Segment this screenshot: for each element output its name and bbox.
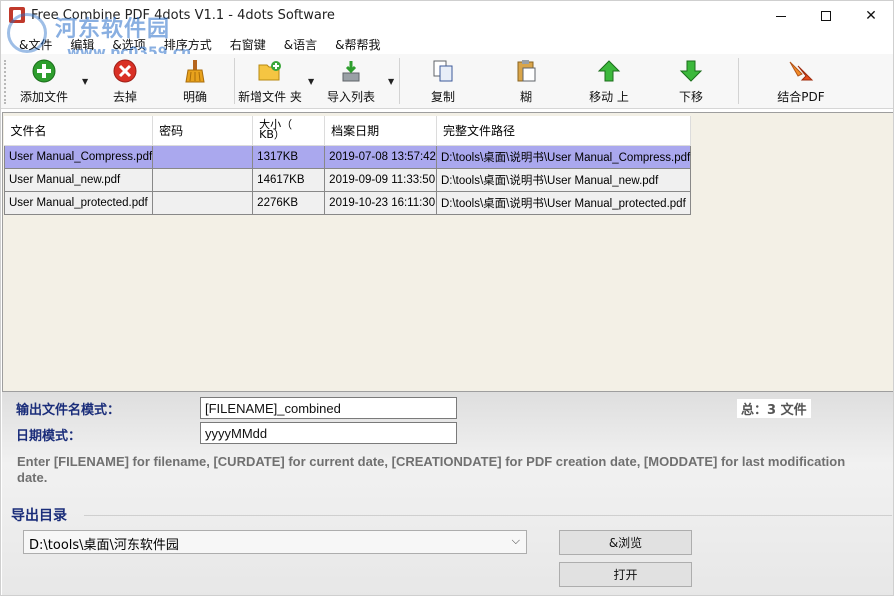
arrow-up-icon [596,58,622,84]
add-folder-label: 新增文件 夹 [238,90,302,104]
arrow-down-icon [678,58,704,84]
maximize-button[interactable] [803,1,849,31]
add-folder-button[interactable]: 新增文件 夹 [237,56,303,106]
cell-password[interactable] [152,167,254,192]
copy-button[interactable]: 复制 [423,56,463,106]
paste-icon [513,58,539,84]
minimize-icon [776,15,786,17]
folder-add-icon [257,58,283,84]
add-file-label: 添加文件 [19,90,68,104]
cell-filename[interactable]: User Manual_new.pdf [3,167,154,192]
col-date[interactable]: 档案日期 [324,116,437,146]
cell-size: 1317KB [252,144,326,169]
options-panel: 输出文件名模式： 总：3 文件 日期模式： Enter [FILENAME] f… [2,392,893,595]
cell-filename[interactable]: User Manual_protected.pdf [3,190,154,215]
cell-date: 2019-07-08 13:57:42 [324,144,437,169]
toolbar-separator [234,58,235,104]
window-title: Free Combine PDF 4dots V1.1 - 4dots Soft… [31,8,335,23]
browse-button[interactable]: &浏览 [559,530,692,555]
table-row[interactable]: User Manual_protected.pdf 2276KB 2019-10… [3,190,692,215]
copy-label: 复制 [430,90,455,104]
date-pattern-label: 日期模式： [16,429,82,444]
menu-bar: &文件 编辑 &选项 排序方式 右窗键 &语言 &帮帮我 [1,34,893,54]
cell-size: 2276KB [252,190,326,215]
move-down-label: 下移 [678,90,703,104]
app-window: Free Combine PDF 4dots V1.1 - 4dots Soft… [0,0,894,596]
col-password[interactable]: 密码 [152,116,254,146]
filename-pattern-input[interactable] [200,397,457,419]
menu-sort[interactable]: 排序方式 [155,36,221,53]
maximize-icon [821,11,831,21]
add-file-dropdown-icon[interactable]: ▼ [82,77,88,86]
add-folder-dropdown-icon[interactable]: ▼ [308,77,314,86]
cell-password[interactable] [152,144,254,169]
import-icon [338,58,364,84]
output-folder-combo[interactable]: D:\tools\桌面\河东软件园 ⌵ [23,530,527,554]
cell-filename[interactable]: User Manual_Compress.pdf [3,144,154,169]
output-folder-label: 导出目录 [11,508,67,524]
toolbar-separator [399,58,400,104]
filename-pattern-label: 输出文件名模式： [16,403,121,418]
menu-options[interactable]: &选项 [103,36,154,53]
toolbar-grip [4,60,6,104]
broom-icon [182,58,208,84]
import-dropdown-icon[interactable]: ▼ [388,77,394,86]
menu-context[interactable]: 右窗键 [221,36,275,53]
col-size[interactable]: 大小（ KB） [252,116,326,146]
output-folder-divider [84,515,892,516]
combine-pdf-button[interactable]: 结合PDF [771,56,831,106]
menu-help[interactable]: &帮帮我 [326,36,389,53]
clear-button[interactable]: 明确 [175,56,215,106]
minimize-button[interactable] [758,1,804,31]
table-row[interactable]: User Manual_Compress.pdf 1317KB 2019-07-… [3,144,692,169]
cell-size: 14617KB [252,167,326,192]
copy-icon [430,58,456,84]
remove-label: 去掉 [112,90,137,104]
menu-language[interactable]: &语言 [275,36,326,53]
date-pattern-input[interactable] [200,422,457,444]
close-icon: ✕ [865,8,877,24]
total-files-label: 总：3 文件 [737,399,811,418]
paste-button[interactable]: 糊 [506,56,546,106]
cell-path: D:\tools\桌面\说明书\User Manual_new.pdf [435,167,692,192]
move-down-button[interactable]: 下移 [671,56,711,106]
col-path[interactable]: 完整文件路径 [436,116,692,146]
cell-path: D:\tools\桌面\说明书\User Manual_protected.pd… [435,190,692,215]
cell-password[interactable] [152,190,254,215]
open-button[interactable]: 打开 [559,562,692,587]
cell-date: 2019-09-09 11:33:50 [324,167,437,192]
combine-pdf-label: 结合PDF [777,90,825,104]
add-green-icon [31,58,57,84]
cell-date: 2019-10-23 16:11:30 [324,190,437,215]
file-grid-area: 文件名 密码 大小（ KB） 档案日期 完整文件路径 User Manual_C… [2,112,893,392]
menu-edit[interactable]: 编辑 [61,36,103,53]
close-button[interactable]: ✕ [848,1,893,31]
title-bar: Free Combine PDF 4dots V1.1 - 4dots Soft… [1,1,893,32]
file-table: 文件名 密码 大小（ KB） 档案日期 完整文件路径 User Manual_C… [3,116,692,215]
menu-file[interactable]: &文件 [1,36,61,53]
table-row[interactable]: User Manual_new.pdf 14617KB 2019-09-09 1… [3,167,692,192]
move-up-button[interactable]: 移动 上 [585,56,633,106]
chevron-down-icon[interactable]: ⌵ [512,534,520,548]
move-up-label: 移动 上 [589,90,629,104]
remove-button[interactable]: 去掉 [105,56,145,106]
import-list-button[interactable]: 导入列表 [323,56,379,106]
add-file-button[interactable]: 添加文件 [15,56,73,106]
toolbar: 添加文件 ▼ 去掉 明确 新增文件 夹 ▼ 导入列表 ▼ 复制 糊 移动 上 下… [1,54,893,109]
table-header-row: 文件名 密码 大小（ KB） 档案日期 完整文件路径 [4,116,692,146]
pattern-hint: Enter [FILENAME] for filename, [CURDATE]… [17,454,846,485]
cell-path: D:\tools\桌面\说明书\User Manual_Compress.pdf [435,144,692,169]
col-size-line2: KB） [259,128,285,142]
app-icon [9,7,25,23]
paste-label: 糊 [519,90,532,104]
remove-red-icon [112,58,138,84]
output-folder-value: D:\tools\桌面\河东软件园 [29,538,179,553]
col-filename[interactable]: 文件名 [4,116,154,146]
clear-label: 明确 [182,90,207,104]
combine-pdf-icon [788,58,814,84]
toolbar-separator [738,58,739,104]
import-list-label: 导入列表 [326,90,375,104]
